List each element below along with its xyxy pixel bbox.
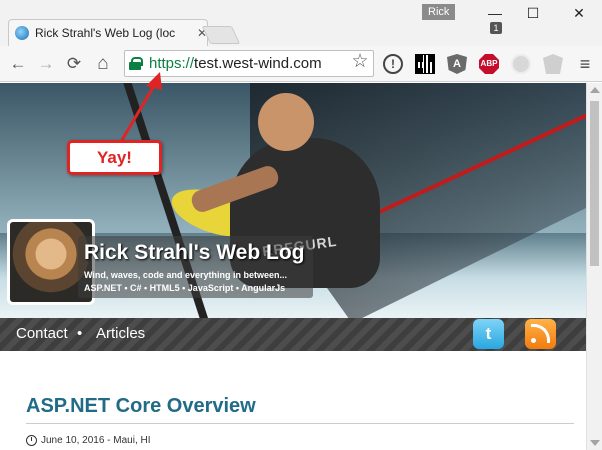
surfer-head [258,93,314,151]
home-icon[interactable]: ⌂ [93,54,113,74]
back-icon[interactable]: ← [8,54,28,74]
angular-extension-icon[interactable]: A [447,54,467,74]
post-date: June 10, 2016 - Maui, HI [41,435,151,446]
rss-icon[interactable] [525,319,556,349]
address-bar[interactable]: https:// test.west-wind.com [124,50,374,77]
post-divider [26,423,574,424]
vertical-scrollbar[interactable] [586,83,602,450]
bookmark-star-icon[interactable]: ☆ [350,52,370,72]
site-tech-tags: ASP.NET • C# • HTML5 • JavaScript • Angu… [84,283,286,293]
nav-separator: • [77,325,83,342]
info-extension-icon[interactable]: ! [383,54,403,74]
twitter-icon[interactable]: t [473,319,504,349]
forward-icon[interactable]: → [36,54,56,74]
tab-title: Rick Strahl's Web Log (loc [35,26,176,40]
browser-toolbar: ← → ⟳ ⌂ https:// test.west-wind.com ☆ ! … [0,46,602,82]
scroll-thumb[interactable] [590,101,599,266]
browser-tab[interactable]: Rick Strahl's Web Log (loc ✕ [8,19,208,46]
url-scheme: https:// [149,55,195,72]
post-meta: June 10, 2016 - Maui, HI [26,435,151,446]
nav-articles-link[interactable]: Articles [96,325,145,342]
adblock-plus-icon[interactable]: ABP [479,54,499,74]
annotation-callout: Yay! [67,140,162,175]
site-title[interactable]: Rick Strahl's Web Log [84,241,304,265]
scroll-down-arrow-icon[interactable] [590,440,600,446]
web-page: RRFGURL Rick Strahl's Web Log Wind, wave… [0,83,586,450]
menu-icon[interactable]: ≡ [575,54,595,74]
shield-extension-icon[interactable] [543,54,563,74]
url-host: test.west-wind.com [194,55,322,72]
close-window-button[interactable]: ✕ [564,2,594,24]
scroll-up-arrow-icon[interactable] [590,87,600,93]
reload-icon[interactable]: ⟳ [64,54,84,74]
lock-icon[interactable] [129,57,143,70]
profile-badge[interactable]: Rick [422,4,456,20]
maximize-button[interactable]: ☐ [518,2,548,24]
adblock-count-badge: 1 [490,22,502,34]
minimize-button[interactable]: — [480,2,510,24]
extension-icon[interactable] [511,54,531,74]
clock-icon [26,435,37,446]
post-title[interactable]: ASP.NET Core Overview [26,395,256,418]
qr-code-extension-icon[interactable] [415,54,435,74]
title-bar: Rick Strahl's Web Log (loc ✕ Rick — ☐ ✕ [0,0,602,46]
favicon-icon [15,26,29,40]
nav-contact-link[interactable]: Contact [16,325,68,342]
site-subtitle: Wind, waves, code and everything in betw… [84,270,287,280]
